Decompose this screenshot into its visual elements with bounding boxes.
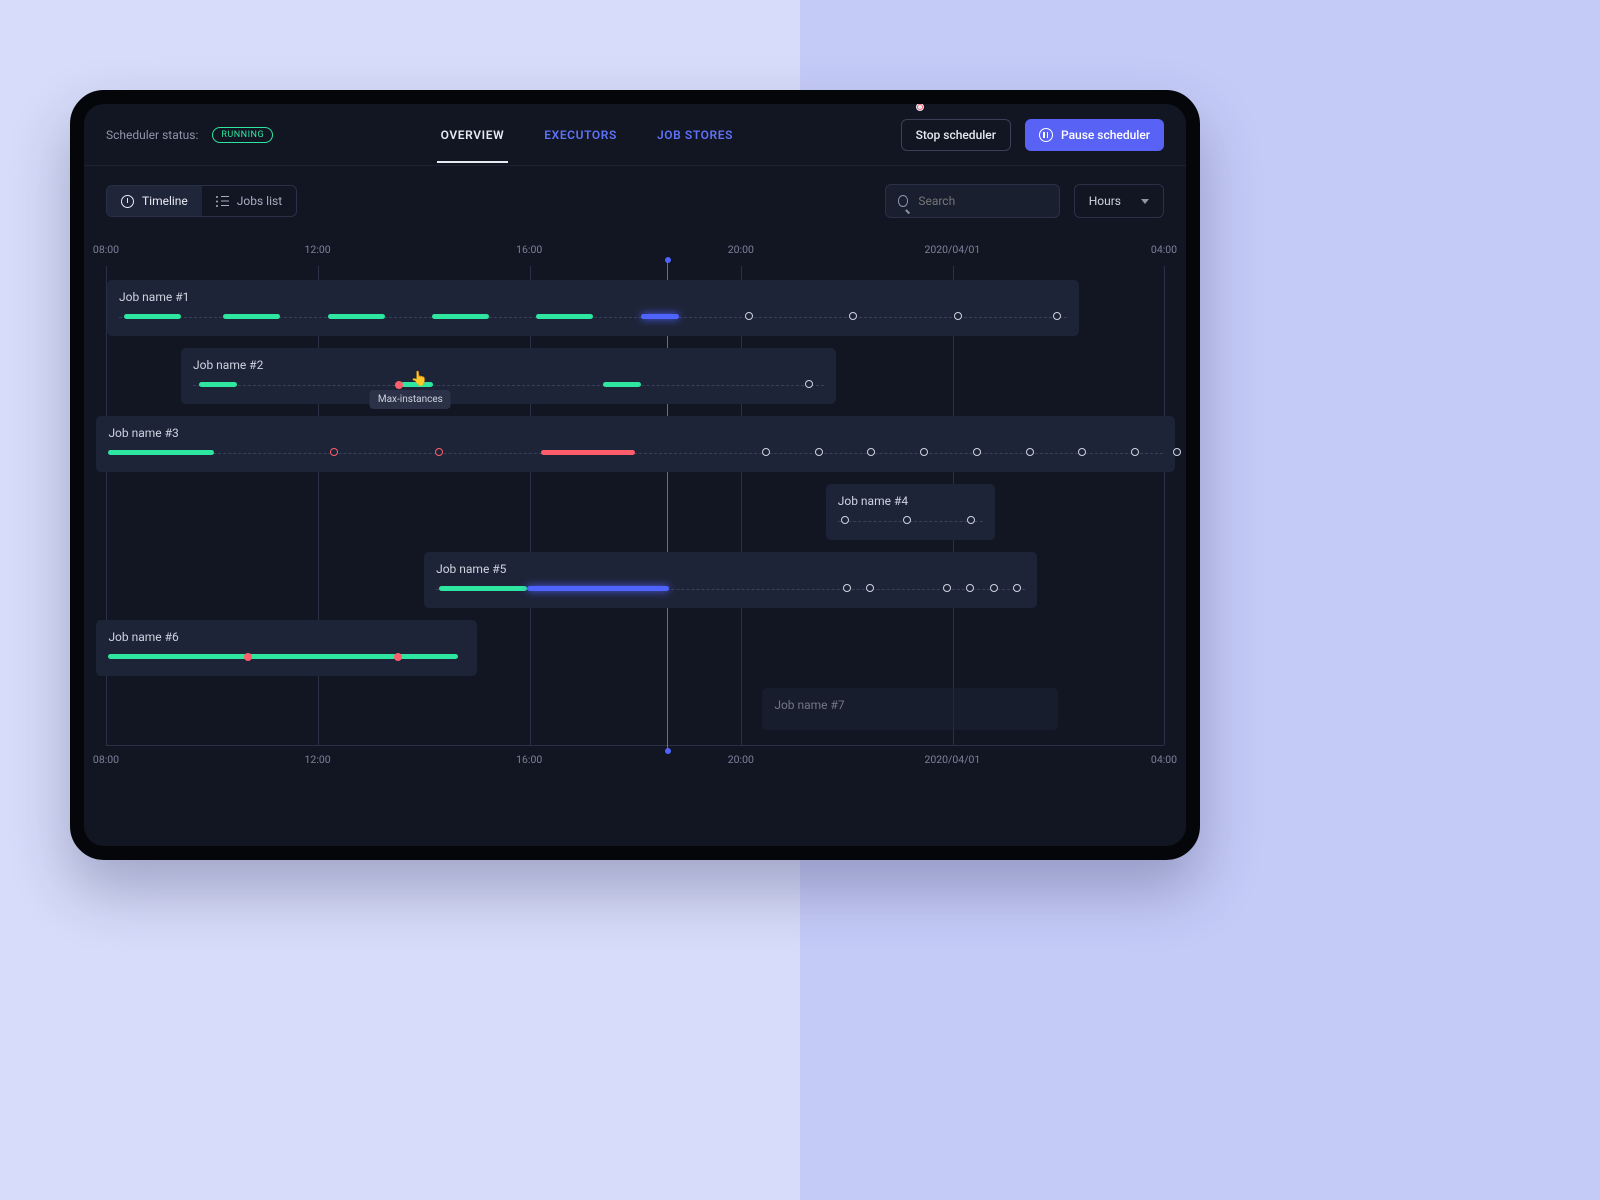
axis-bottom: 08:00 12:00 16:00 20:00 2020/04/01 04:00 <box>106 746 1164 772</box>
view-jobslist-label: Jobs list <box>237 194 282 208</box>
axis-tick: 12:00 <box>305 243 331 256</box>
axis-tick: 2020/04/01 <box>924 243 980 256</box>
job-name: Job name #3 <box>108 426 1162 440</box>
header-bar: Scheduler status: RUNNING OVERVIEW EXECU… <box>84 104 1186 166</box>
view-timeline-label: Timeline <box>142 194 188 208</box>
view-timeline-button[interactable]: Timeline <box>107 186 202 216</box>
job-name: Job name #4 <box>838 494 983 508</box>
tooltip: Max-instances <box>370 390 451 409</box>
job-name: Job name #5 <box>436 562 1025 576</box>
axis-tick: 2020/04/01 <box>924 753 980 766</box>
tab-overview[interactable]: OVERVIEW <box>437 106 509 163</box>
job-name: Job name #6 <box>108 630 465 644</box>
job-name: Job name #1 <box>119 290 1067 304</box>
time-range-select[interactable]: Hours <box>1074 184 1164 218</box>
time-range-label: Hours <box>1089 194 1121 208</box>
axis-top: 08:00 12:00 16:00 20:00 2020/04/01 04:00 <box>106 236 1164 262</box>
axis-tick: 16:00 <box>516 753 542 766</box>
view-jobslist-button[interactable]: Jobs list <box>202 186 296 216</box>
axis-tick: 20:00 <box>728 243 754 256</box>
axis-tick: 04:00 <box>1151 753 1177 766</box>
toolbar: Timeline Jobs list Hours <box>84 166 1186 236</box>
scheduler-status-badge: RUNNING <box>212 127 273 143</box>
job-row[interactable]: Job name #2 👆 Max-instances <box>181 348 836 404</box>
axis-tick: 12:00 <box>305 753 331 766</box>
clock-icon <box>121 195 134 208</box>
axis-tick: 20:00 <box>728 753 754 766</box>
job-name: Job name #7 <box>774 698 1046 712</box>
pause-scheduler-button[interactable]: Pause scheduler <box>1025 119 1164 151</box>
pause-icon <box>1039 128 1053 142</box>
list-icon <box>216 196 229 207</box>
tab-jobstores[interactable]: JOB STORES <box>653 106 737 163</box>
chevron-down-icon <box>1141 199 1149 204</box>
job-row[interactable]: Job name #5 <box>424 552 1037 608</box>
scheduler-status-label: Scheduler status: <box>106 128 198 142</box>
axis-tick: 08:00 <box>93 243 119 256</box>
job-name: Job name #2 <box>193 358 824 372</box>
app-window: Scheduler status: RUNNING OVERVIEW EXECU… <box>70 90 1200 860</box>
axis-tick: 04:00 <box>1151 243 1177 256</box>
timeline-chart: 08:00 12:00 16:00 20:00 2020/04/01 04:00… <box>84 236 1186 792</box>
job-row[interactable]: Job name #6 <box>96 620 477 676</box>
stop-scheduler-button[interactable]: Stop scheduler <box>901 119 1011 151</box>
timeline-grid[interactable]: Job name #1 Job name #2 <box>106 266 1164 746</box>
search-icon <box>898 195 909 207</box>
pause-scheduler-label: Pause scheduler <box>1061 128 1150 142</box>
search-box[interactable] <box>885 184 1060 218</box>
tab-executors[interactable]: EXECUTORS <box>540 106 621 163</box>
cursor-icon: 👆 <box>411 371 428 387</box>
axis-tick: 08:00 <box>93 753 119 766</box>
nav-tabs: OVERVIEW EXECUTORS JOB STORES <box>437 106 737 163</box>
job-row[interactable]: Job name #3 <box>96 416 1174 472</box>
record-icon <box>916 103 924 111</box>
job-row[interactable]: Job name #7 <box>762 688 1058 730</box>
job-row[interactable]: Job name #4 <box>826 484 995 540</box>
stop-scheduler-label: Stop scheduler <box>916 128 996 142</box>
job-row[interactable]: Job name #1 <box>107 280 1079 336</box>
view-switcher: Timeline Jobs list <box>106 185 297 217</box>
search-input[interactable] <box>918 194 1046 208</box>
axis-tick: 16:00 <box>516 243 542 256</box>
